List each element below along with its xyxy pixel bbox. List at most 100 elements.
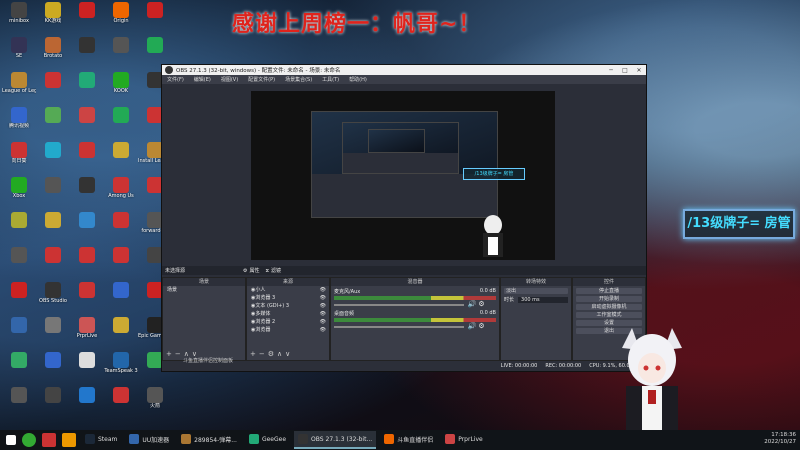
desktop-icon[interactable] bbox=[2, 387, 36, 403]
visibility-icon[interactable]: 👁 bbox=[320, 286, 326, 294]
control-button[interactable]: 设置 bbox=[576, 320, 642, 326]
desktop-icon[interactable] bbox=[36, 387, 70, 403]
desktop-icon[interactable] bbox=[104, 282, 138, 298]
speaker-icon[interactable]: 🔊 bbox=[468, 300, 477, 308]
desktop-icon[interactable] bbox=[70, 72, 104, 88]
source-item[interactable]: ◉ 浏览器 2 👁 bbox=[247, 318, 329, 326]
desktop-icon[interactable]: SE bbox=[2, 37, 36, 59]
taskbar-app[interactable]: Steam bbox=[81, 431, 121, 447]
visibility-icon[interactable]: 👁 bbox=[320, 310, 326, 318]
desktop-icon[interactable] bbox=[36, 107, 70, 123]
desktop-icon[interactable] bbox=[36, 352, 70, 368]
remove-icon[interactable]: − bbox=[259, 350, 268, 358]
desktop-icon[interactable] bbox=[70, 247, 104, 263]
minimize-icon[interactable]: ─ bbox=[604, 65, 618, 75]
desktop-icon[interactable] bbox=[2, 352, 36, 368]
desktop-icon[interactable] bbox=[70, 2, 104, 18]
taskbar-app[interactable]: 289854-弹幕... bbox=[177, 431, 241, 447]
desktop-icon[interactable] bbox=[70, 107, 104, 123]
desktop-icon[interactable]: PrprLive bbox=[70, 317, 104, 339]
speaker-icon[interactable]: 🔊 bbox=[468, 322, 477, 330]
desktop-icon[interactable]: Among Us bbox=[104, 177, 138, 199]
down-icon[interactable]: ∨ bbox=[285, 350, 293, 358]
source-item[interactable]: ◉ 多媒体 👁 bbox=[247, 310, 329, 318]
menu-item[interactable]: 视图(V) bbox=[221, 76, 238, 83]
menu-item[interactable]: 工具(T) bbox=[322, 76, 339, 83]
control-button[interactable]: 开始录制 bbox=[576, 296, 642, 302]
scene-item[interactable]: 场景 bbox=[163, 286, 245, 294]
desktop-icon[interactable] bbox=[2, 247, 36, 263]
desktop-icon[interactable] bbox=[104, 142, 138, 158]
desktop-icon[interactable] bbox=[104, 107, 138, 123]
transition-select[interactable]: 淡出 bbox=[504, 288, 568, 294]
desktop-icon[interactable] bbox=[104, 317, 138, 333]
menu-item[interactable]: 编辑(E) bbox=[194, 76, 211, 83]
taskbar-app[interactable]: OBS 27.1.3 (32-bit... bbox=[294, 431, 377, 449]
control-button[interactable]: 停止直播 bbox=[576, 288, 642, 294]
desktop-icon[interactable] bbox=[104, 247, 138, 263]
up-icon[interactable]: ∧ bbox=[277, 350, 285, 358]
desktop-icon[interactable] bbox=[2, 317, 36, 333]
desktop-icon[interactable] bbox=[36, 317, 70, 333]
filters-button[interactable]: 滤镜 bbox=[271, 267, 281, 274]
app-icon[interactable] bbox=[22, 433, 36, 447]
obs-preview[interactable]: /13级牌子= 房管 bbox=[251, 91, 555, 260]
taskbar-app[interactable]: UU加速器 bbox=[125, 431, 173, 447]
menu-item[interactable]: 场景集合(S) bbox=[285, 76, 312, 83]
desktop-icon[interactable]: minibox bbox=[2, 2, 36, 24]
volume-slider[interactable] bbox=[334, 326, 464, 328]
desktop-icon[interactable] bbox=[2, 282, 36, 298]
folder-icon[interactable] bbox=[62, 433, 76, 447]
source-item[interactable]: ◉ 浏览器 3 👁 bbox=[247, 294, 329, 302]
desktop-icon[interactable]: 火箭 bbox=[138, 387, 172, 409]
taskbar-app[interactable]: GeeGee bbox=[245, 431, 290, 447]
add-icon[interactable]: + bbox=[250, 350, 259, 358]
close-icon[interactable]: ✕ bbox=[632, 65, 646, 75]
control-button[interactable]: 工作室模式 bbox=[576, 312, 642, 318]
source-item[interactable]: ◉ 文本 (GDI+) 3 👁 bbox=[247, 302, 329, 310]
desktop-icon[interactable]: Xbox bbox=[2, 177, 36, 199]
desktop-icon[interactable] bbox=[36, 177, 70, 193]
desktop-icon[interactable] bbox=[70, 282, 104, 298]
desktop-icon[interactable] bbox=[138, 37, 172, 53]
menu-item[interactable]: 配置文件(P) bbox=[248, 76, 275, 83]
desktop-icon[interactable] bbox=[70, 352, 104, 368]
desktop-icon[interactable]: Brotato bbox=[36, 37, 70, 59]
duration-input[interactable]: 300 ms bbox=[518, 296, 568, 303]
desktop-icon[interactable]: 向日葵 bbox=[2, 142, 36, 164]
gear-icon[interactable]: ⚙ bbox=[243, 268, 247, 274]
taskbar-app[interactable]: PrprLive bbox=[441, 431, 487, 447]
gear-icon[interactable]: ⚙ bbox=[478, 322, 484, 330]
gear-icon[interactable]: ⚙ bbox=[268, 350, 277, 358]
desktop-icon[interactable] bbox=[70, 177, 104, 193]
volume-slider[interactable] bbox=[334, 304, 464, 306]
control-button[interactable]: 启动虚拟摄像机 bbox=[576, 304, 642, 310]
visibility-icon[interactable]: 👁 bbox=[320, 302, 326, 310]
app-icon[interactable] bbox=[42, 433, 56, 447]
desktop-icon[interactable]: 腾讯视频 bbox=[2, 107, 36, 129]
desktop-icon[interactable]: KK游戏 bbox=[36, 2, 70, 24]
taskbar-app[interactable]: 斗鱼直播伴侣 bbox=[380, 431, 437, 447]
visibility-icon[interactable]: 👁 bbox=[320, 318, 326, 326]
desktop-icon[interactable] bbox=[36, 72, 70, 88]
desktop-icon[interactable] bbox=[70, 387, 104, 403]
desktop-icon[interactable] bbox=[104, 387, 138, 403]
visibility-icon[interactable]: 👁 bbox=[320, 326, 326, 334]
gear-icon[interactable]: ⚙ bbox=[478, 300, 484, 308]
desktop-icon[interactable] bbox=[2, 212, 36, 228]
properties-button[interactable]: 属性 bbox=[250, 267, 260, 274]
menu-item[interactable]: 文件(F) bbox=[167, 76, 184, 83]
desktop-icon[interactable] bbox=[138, 2, 172, 18]
filter-icon[interactable]: ⧖ bbox=[266, 268, 270, 274]
desktop-icon[interactable]: KOOK bbox=[104, 72, 138, 94]
desktop-icon[interactable] bbox=[70, 142, 104, 158]
desktop-icon[interactable]: Origin bbox=[104, 2, 138, 24]
obs-titlebar[interactable]: OBS 27.1.3 (32-bit, windows) - 配置文件: 未命名… bbox=[162, 65, 646, 75]
desktop-icon[interactable]: TeamSpeak 3 bbox=[104, 352, 138, 374]
desktop-icon[interactable] bbox=[36, 247, 70, 263]
source-item[interactable]: ◉ 浏览器 👁 bbox=[247, 326, 329, 334]
obs-window[interactable]: OBS 27.1.3 (32-bit, windows) - 配置文件: 未命名… bbox=[161, 64, 647, 372]
desktop-icon[interactable] bbox=[36, 142, 70, 158]
desktop-icon[interactable]: OBS Studio bbox=[36, 282, 70, 304]
desktop-icon[interactable] bbox=[36, 212, 70, 228]
